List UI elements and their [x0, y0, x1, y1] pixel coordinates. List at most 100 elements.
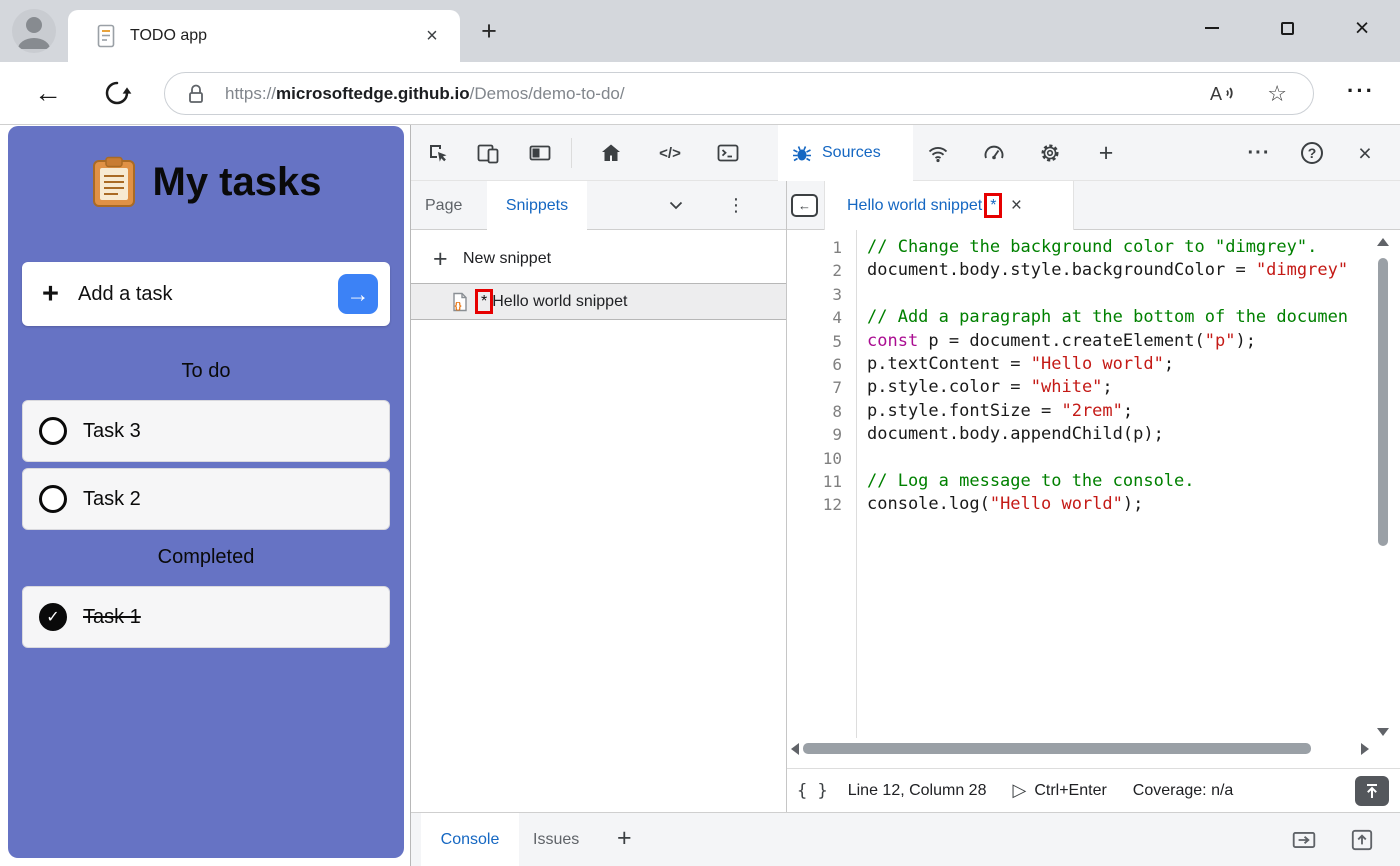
todo-favicon-icon	[96, 24, 116, 53]
code-line[interactable]: // Add a paragraph at the bottom of the …	[867, 306, 1367, 329]
line-number[interactable]: 12	[787, 493, 856, 516]
line-number[interactable]: 6	[787, 353, 856, 376]
horizontal-scroll-thumb[interactable]	[803, 743, 1311, 754]
welcome-tool-button[interactable]	[597, 139, 625, 167]
line-number[interactable]: 4	[787, 306, 856, 329]
drawer-tab-console[interactable]: Console	[421, 813, 519, 866]
code-line[interactable]: document.body.style.backgroundColor = "d…	[867, 259, 1367, 282]
refresh-button[interactable]	[102, 78, 132, 108]
add-tools-button[interactable]: +	[1092, 139, 1120, 167]
code-line[interactable]: document.body.appendChild(p);	[867, 423, 1367, 446]
line-number[interactable]: 10	[787, 447, 856, 470]
code-line[interactable]	[867, 447, 1367, 470]
cursor-position-text: Line 12, Column 28	[848, 782, 987, 800]
profile-avatar[interactable]	[12, 9, 56, 53]
svg-text:{}: {}	[455, 300, 463, 310]
line-number[interactable]: 5	[787, 330, 856, 353]
code-line[interactable]: console.log("Hello world");	[867, 493, 1367, 516]
address-bar[interactable]: https://microsoftedge.github.io/Demos/de…	[164, 72, 1314, 115]
code-line[interactable]: const p = document.createElement("p");	[867, 330, 1367, 353]
dock-side-button[interactable]	[526, 139, 554, 167]
elements-tool-button[interactable]: </>	[650, 139, 690, 167]
task-checkbox[interactable]	[39, 485, 67, 513]
page-viewport: My tasks + Add a task → To do Task 3 Tas…	[0, 125, 410, 866]
devtools-help-button[interactable]: ?	[1298, 139, 1326, 167]
scroll-down-arrow-icon[interactable]	[1377, 728, 1389, 736]
pretty-print-button[interactable]: { }	[797, 781, 828, 801]
editor-tab-close-button[interactable]: ×	[1005, 195, 1027, 217]
line-number[interactable]: 8	[787, 400, 856, 423]
line-number[interactable]: 7	[787, 376, 856, 399]
code-line[interactable]: // Log a message to the console.	[867, 470, 1367, 493]
devtools-drawer: Console Issues +	[411, 812, 1400, 866]
scroll-up-arrow-icon[interactable]	[1377, 238, 1389, 246]
scroll-left-arrow-icon[interactable]	[791, 743, 799, 755]
navigator-more-options-button[interactable]: ⋮	[725, 181, 747, 230]
tab-close-button[interactable]: ×	[420, 24, 444, 48]
console-tool-button[interactable]	[714, 139, 742, 167]
network-tool-button[interactable]	[924, 139, 952, 167]
task-checkbox[interactable]	[39, 417, 67, 445]
editor-overflow-button[interactable]	[1355, 776, 1389, 806]
site-info-lock-icon[interactable]	[187, 83, 205, 105]
hide-navigator-button[interactable]: ←	[791, 194, 818, 217]
completed-section-label: Completed	[8, 546, 404, 569]
devtools-close-button[interactable]: ×	[1351, 139, 1379, 167]
back-button[interactable]: ←	[30, 75, 66, 111]
new-tab-button[interactable]: +	[474, 16, 504, 46]
code-editor[interactable]: 123456789101112 // Change the background…	[787, 230, 1400, 768]
window-maximize-button[interactable]	[1271, 13, 1303, 43]
line-number[interactable]: 2	[787, 259, 856, 282]
drawer-tab-issues[interactable]: Issues	[533, 813, 579, 866]
navigator-tab-snippets[interactable]: Snippets	[487, 181, 587, 230]
more-tabs-button[interactable]	[669, 201, 683, 210]
annotation-red-box: *	[475, 289, 493, 314]
add-task-input[interactable]: + Add a task →	[22, 262, 390, 326]
task-item-completed[interactable]: ✓ Task 1	[22, 586, 390, 648]
annotation-red-box: *	[984, 193, 1002, 218]
devtools-toolbar: </> Sources	[411, 125, 1400, 181]
browser-settings-menu-button[interactable]: ···	[1338, 75, 1384, 111]
favorite-star-button[interactable]: ☆	[1267, 83, 1287, 105]
submit-task-button[interactable]: →	[338, 274, 378, 314]
code-line[interactable]: // Change the background color to "dimgr…	[867, 236, 1367, 259]
snippet-list-item[interactable]: {} * Hello world snippet	[411, 283, 786, 320]
task-item[interactable]: Task 2	[22, 468, 390, 530]
code-line[interactable]: p.textContent = "Hello world";	[867, 353, 1367, 376]
inspect-element-button[interactable]	[424, 139, 452, 167]
task-checkbox-checked[interactable]: ✓	[39, 603, 67, 631]
expand-drawer-button[interactable]	[1349, 827, 1375, 853]
settings-gear-button[interactable]	[1036, 139, 1064, 167]
scroll-right-arrow-icon[interactable]	[1361, 743, 1369, 755]
plus-icon: +	[42, 262, 59, 326]
vertical-scrollbar[interactable]	[1375, 236, 1391, 738]
sources-tool-tab[interactable]: Sources	[778, 125, 913, 181]
code-line[interactable]: p.style.color = "white";	[867, 376, 1367, 399]
editor-tab-hello-world-snippet[interactable]: Hello world snippet * ×	[824, 181, 1074, 230]
line-number[interactable]: 11	[787, 470, 856, 493]
gear-icon	[1038, 141, 1062, 165]
line-number[interactable]: 1	[787, 236, 856, 259]
vertical-scroll-thumb[interactable]	[1378, 258, 1388, 546]
window-close-button[interactable]: ×	[1346, 13, 1378, 43]
line-number[interactable]: 9	[787, 423, 856, 446]
code-line[interactable]	[867, 283, 1367, 306]
run-snippet-button[interactable]: ▷	[1012, 780, 1026, 801]
horizontal-scrollbar[interactable]	[789, 738, 1371, 760]
code-line[interactable]: p.style.fontSize = "2rem";	[867, 400, 1367, 423]
task-item[interactable]: Task 3	[22, 400, 390, 462]
line-number[interactable]: 3	[787, 283, 856, 306]
drawer-panel-button[interactable]	[1291, 827, 1317, 853]
performance-tool-button[interactable]	[980, 139, 1008, 167]
new-snippet-button[interactable]: + New snippet	[411, 242, 786, 276]
chevron-down-icon	[669, 201, 683, 210]
navigator-tab-page[interactable]: Page	[425, 181, 462, 230]
editor-code[interactable]: // Change the background color to "dimgr…	[867, 236, 1367, 517]
read-aloud-button[interactable]: A	[1209, 82, 1237, 106]
browser-tab[interactable]: TODO app ×	[68, 10, 460, 62]
device-emulation-button[interactable]	[474, 139, 502, 167]
window-minimize-button[interactable]	[1196, 13, 1228, 43]
devtools-more-options-button[interactable]: ···	[1245, 139, 1273, 167]
drawer-add-tab-button[interactable]: +	[617, 813, 632, 866]
url-scheme: https://	[225, 84, 276, 103]
